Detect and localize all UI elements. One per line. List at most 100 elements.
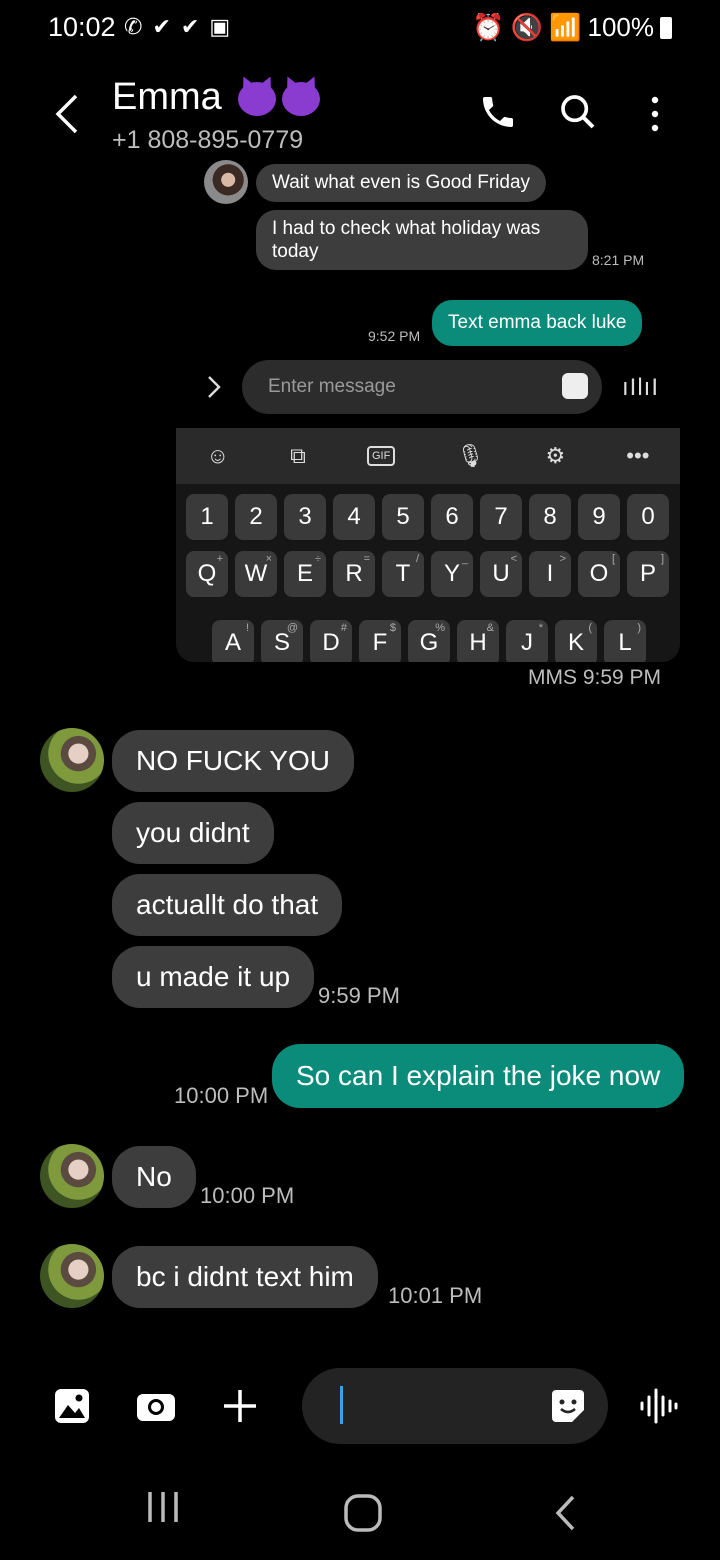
back-button[interactable]	[52, 92, 80, 141]
key-symbol: ]	[660, 553, 664, 565]
key-a: A!	[212, 620, 254, 662]
wifi-call-icon: ✆	[124, 14, 143, 39]
key-h: H &	[457, 620, 499, 662]
more-vert-icon	[651, 96, 659, 132]
home-button[interactable]	[344, 1494, 382, 1537]
message-timestamp: 10:00 PM	[174, 1083, 269, 1108]
more-icon: •••	[626, 443, 650, 468]
key-d: D #	[310, 620, 352, 662]
embedded-message: Wait what even is Good Friday	[256, 164, 547, 202]
key-label: 2	[249, 503, 263, 530]
contact-avatar[interactable]	[40, 1144, 104, 1208]
received-message[interactable]: you didnt	[112, 802, 274, 864]
search-button[interactable]	[558, 92, 598, 137]
notification-icons: ✆ ✔ ✔ ▣	[124, 14, 230, 40]
received-message[interactable]: NO FUCK YOU	[112, 730, 354, 792]
key-symbol: )	[637, 622, 641, 634]
received-message[interactable]: bc i didnt text him	[112, 1246, 378, 1308]
key-label: K	[567, 629, 584, 656]
embedded-input-placeholder: Enter message	[268, 376, 396, 397]
key-8: 8	[529, 494, 571, 540]
settings-icon: ⚙	[545, 443, 566, 468]
key-label: 4	[347, 503, 361, 530]
message-timestamp: 10:01 PM	[388, 1283, 483, 1308]
key-l: L)	[604, 620, 646, 662]
key-label: I	[546, 560, 554, 587]
received-message[interactable]: u made it up	[112, 946, 315, 1008]
home-icon	[344, 1494, 382, 1532]
key-o: O[	[578, 551, 620, 597]
key-label: O	[589, 560, 609, 587]
message-input[interactable]	[302, 1368, 608, 1444]
embedded-message-text: I had to check what holiday was today	[272, 218, 541, 262]
key-label: 7	[494, 503, 508, 530]
recent-apps-button[interactable]	[146, 1490, 180, 1529]
key-p: P]	[627, 551, 669, 597]
key-label: E	[296, 560, 313, 587]
embedded-message-input: Enter message	[242, 360, 602, 414]
contact-name-text: Emma	[112, 76, 222, 118]
chevron-left-icon	[55, 94, 78, 134]
battery-icon	[660, 16, 672, 39]
phone-icon	[483, 97, 513, 127]
key-label: Y	[443, 560, 460, 587]
key-label: T	[395, 560, 411, 587]
key-6: 6	[431, 494, 473, 540]
battery-level: 100%	[587, 12, 655, 42]
key-u: U <	[480, 551, 522, 597]
sticker-icon[interactable]	[550, 1388, 586, 1424]
embedded-timestamp: 8:21 PM	[592, 252, 645, 268]
sent-message[interactable]: So can I explain the joke now	[272, 1044, 685, 1108]
key-r: R =	[333, 551, 375, 597]
key-symbol: &	[486, 622, 494, 634]
key-symbol: %	[435, 622, 445, 634]
key-label: 9	[592, 503, 606, 530]
message-text: NO FUCK YOU	[136, 745, 330, 776]
alarm-icon: ⏰	[472, 12, 505, 42]
camera-icon	[137, 1394, 175, 1421]
message-text: No	[136, 1161, 172, 1192]
check-icon: ✔	[152, 14, 171, 39]
gallery-button[interactable]	[54, 1388, 90, 1429]
message-text: you didnt	[136, 817, 250, 848]
back-icon	[555, 1495, 575, 1531]
key-label: 6	[445, 503, 459, 530]
key-symbol: !	[245, 622, 249, 634]
emoji-icon: ☺	[206, 443, 230, 468]
key-symbol: ×	[265, 553, 272, 565]
key-9: 9	[578, 494, 620, 540]
key-label: U	[492, 560, 510, 587]
camera-button[interactable]	[136, 1390, 176, 1427]
embedded-message: I had to check what holiday was today	[256, 210, 588, 270]
key-symbol: >	[559, 553, 566, 565]
key-symbol: #	[340, 622, 347, 634]
contact-name[interactable]: Emma	[112, 76, 321, 119]
contact-avatar[interactable]	[40, 1244, 104, 1308]
plus-icon	[224, 1390, 256, 1422]
voice-button[interactable]	[638, 1386, 678, 1431]
message-timestamp: 10:00 PM	[200, 1183, 295, 1208]
message-text: So can I explain the joke now	[296, 1060, 661, 1091]
message-timestamp: 9:59 PM	[318, 983, 400, 1008]
key-q: Q +	[186, 551, 228, 597]
key-label: W	[244, 560, 268, 587]
more-options-button[interactable]	[648, 96, 662, 137]
text-cursor	[340, 1386, 343, 1424]
embedded-avatar	[204, 160, 248, 204]
received-message[interactable]: actuallt do that	[112, 874, 343, 936]
message-text: bc i didnt text him	[136, 1261, 354, 1292]
key-symbol: =	[363, 553, 370, 565]
back-nav-button[interactable]	[554, 1494, 576, 1537]
key-label: H	[469, 629, 487, 656]
contact-avatar[interactable]	[40, 728, 104, 792]
key-i: I >	[529, 551, 571, 597]
key-t: T /	[382, 551, 424, 597]
mic-icon: 🎙	[456, 443, 485, 468]
key-symbol: (	[588, 622, 592, 634]
key-f: F $	[359, 620, 401, 662]
attach-button[interactable]	[222, 1388, 258, 1429]
key-label: L	[618, 629, 632, 656]
call-button[interactable]	[478, 92, 518, 137]
devil-emoji-icon	[238, 81, 277, 116]
received-message[interactable]: No	[112, 1146, 196, 1208]
